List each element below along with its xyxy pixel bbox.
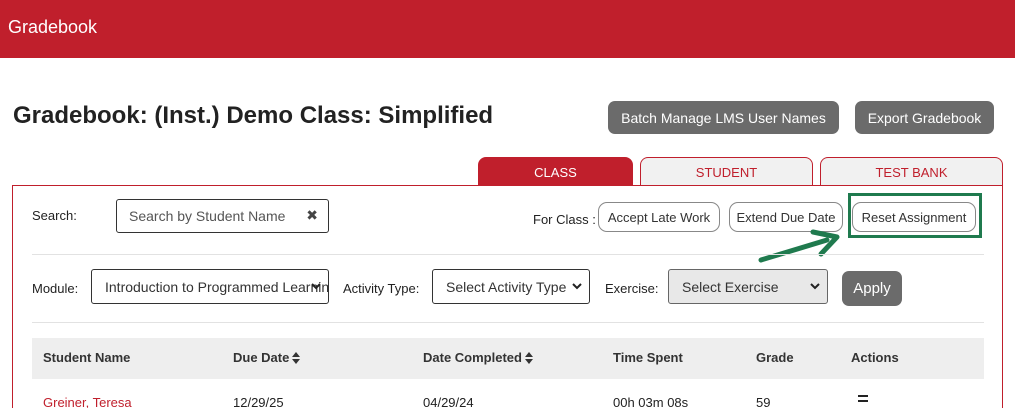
- hamburger-menu-icon[interactable]: [858, 395, 868, 403]
- exercise-select[interactable]: Select Exercise: [668, 269, 828, 304]
- sort-icon: [524, 351, 533, 364]
- column-header-grade: Grade: [756, 350, 794, 365]
- chevron-down-icon: [311, 283, 321, 290]
- student-name-link[interactable]: Greiner, Teresa: [43, 395, 132, 408]
- exercise-label: Exercise:: [605, 281, 659, 296]
- column-header-time-spent: Time Spent: [613, 350, 683, 365]
- app-title: Gradebook: [8, 17, 98, 37]
- module-label: Module:: [32, 281, 79, 296]
- column-header-label: Grade: [756, 350, 794, 365]
- accept-late-work-button[interactable]: Accept Late Work: [598, 202, 720, 232]
- activity-type-label: Activity Type:: [343, 281, 420, 296]
- column-header-student-name[interactable]: Student Name: [43, 350, 130, 365]
- search-input[interactable]: [129, 208, 304, 224]
- close-x-icon[interactable]: ✖: [306, 207, 318, 224]
- page-title: Gradebook: (Inst.) Demo Class: Simplifie…: [13, 102, 494, 129]
- tab-test-bank[interactable]: TEST BANK: [820, 157, 1003, 186]
- top-bar: Gradebook: [0, 0, 1015, 58]
- module-select-value: Introduction to Programmed Learning: [105, 278, 328, 295]
- exercise-select-value: Select Exercise: [682, 278, 779, 295]
- divider: [32, 322, 984, 323]
- column-header-label: Time Spent: [613, 350, 683, 365]
- column-header-label: Due Date: [233, 350, 290, 365]
- due-date-cell: 12/29/25: [233, 395, 284, 408]
- module-select[interactable]: Introduction to Programmed Learning: [91, 269, 329, 304]
- apply-button[interactable]: Apply: [842, 271, 902, 306]
- table-header: Student Name Due Date Date Completed Tim…: [32, 338, 984, 379]
- column-header-label: Actions: [851, 350, 899, 365]
- activity-type-select[interactable]: Select Activity Type: [432, 269, 590, 304]
- grade-cell: 59: [756, 395, 771, 408]
- tab-student[interactable]: STUDENT: [640, 157, 813, 186]
- search-label: Search:: [32, 208, 77, 223]
- date-completed-cell: 04/29/24: [423, 395, 474, 408]
- column-header-label: Date Completed: [423, 350, 522, 365]
- column-header-label: Student Name: [43, 350, 131, 365]
- column-header-due-date[interactable]: Due Date: [233, 350, 301, 365]
- chevron-down-icon: [810, 283, 820, 290]
- time-spent-cell: 00h 03m 08s: [613, 395, 689, 408]
- tab-class[interactable]: CLASS: [478, 157, 633, 186]
- batch-manage-lms-button[interactable]: Batch Manage LMS User Names: [608, 101, 839, 134]
- search-field: ✖: [116, 199, 329, 233]
- table-row: Greiner, Teresa 12/29/25 04/29/24 00h 03…: [32, 379, 984, 408]
- divider: [32, 254, 984, 255]
- chevron-down-icon: [572, 283, 582, 290]
- sort-icon: [292, 351, 301, 364]
- activity-type-select-value: Select Activity Type: [446, 278, 567, 295]
- highlight-box: [848, 193, 982, 238]
- arrow-icon: [758, 229, 840, 263]
- column-header-date-completed[interactable]: Date Completed: [423, 350, 533, 365]
- column-header-actions: Actions: [851, 350, 899, 365]
- for-class-label: For Class :: [533, 212, 596, 227]
- export-gradebook-button[interactable]: Export Gradebook: [855, 101, 994, 134]
